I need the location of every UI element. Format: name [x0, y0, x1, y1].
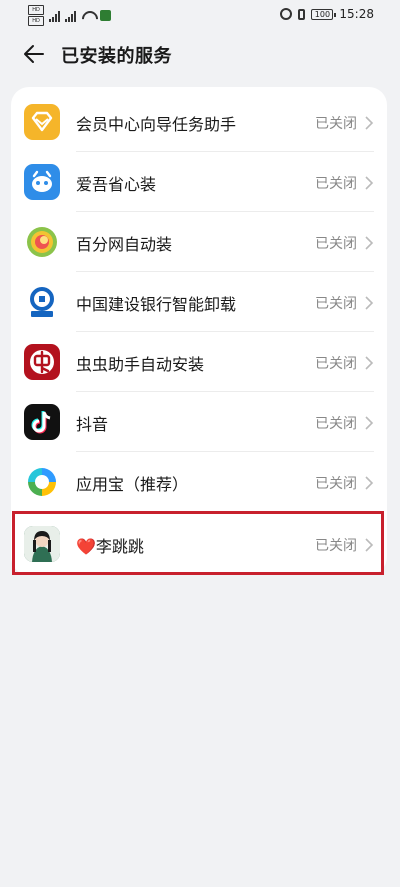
sim-indicators: HD HD — [28, 5, 44, 26]
vibrate-icon — [298, 8, 306, 20]
notification-app-icon — [100, 10, 111, 21]
highlight-box — [12, 511, 384, 575]
service-status: 已关闭 — [315, 116, 357, 132]
status-left: HD HD — [28, 5, 111, 26]
status-bar: HD HD 100 15:28 — [0, 0, 400, 28]
status-right: 100 15:28 — [280, 7, 374, 21]
list-item-ccb[interactable]: 中国建设银行智能卸载 已关闭 — [11, 272, 387, 332]
list-item-chongchong[interactable]: 虫虫助手自动安装 已关闭 — [11, 332, 387, 392]
arrow-left-icon — [24, 45, 44, 63]
status-time: 15:28 — [339, 7, 374, 21]
signal2-icon — [65, 10, 76, 22]
service-status: 已关闭 — [315, 236, 357, 252]
back-button[interactable] — [20, 40, 48, 68]
chevron-right-icon — [365, 176, 374, 190]
baifen-app-icon — [24, 224, 60, 260]
service-status: 已关闭 — [315, 176, 357, 192]
service-name: 虫虫助手自动安装 — [76, 355, 205, 374]
service-status: 已关闭 — [315, 296, 357, 312]
service-name: 中国建设银行智能卸载 — [76, 295, 237, 314]
list-item-baifen[interactable]: 百分网自动装 已关闭 — [11, 212, 387, 272]
wifi-icon — [81, 11, 95, 21]
chevron-right-icon — [365, 236, 374, 250]
page-header: 已安装的服务 — [0, 36, 400, 72]
services-list: 会员中心向导任务助手 已关闭 爱吾省心装 已关闭 百分网自动装 已关闭 中国建设… — [11, 87, 387, 575]
list-item-huiyuan[interactable]: 会员中心向导任务助手 已关闭 — [11, 92, 387, 152]
ccb-bank-icon — [24, 284, 60, 320]
service-name: 会员中心向导任务助手 — [76, 115, 237, 134]
chongchong-app-icon — [24, 344, 60, 380]
chevron-right-icon — [365, 356, 374, 370]
chevron-right-icon — [365, 296, 374, 310]
service-status: 已关闭 — [315, 356, 357, 372]
yingyongbao-app-icon — [24, 464, 60, 500]
signal-icon — [49, 10, 60, 22]
chevron-right-icon — [365, 476, 374, 490]
vip-diamond-icon — [24, 104, 60, 140]
chevron-right-icon — [365, 416, 374, 430]
list-item-aiwu[interactable]: 爱吾省心装 已关闭 — [11, 152, 387, 212]
service-status: 已关闭 — [315, 476, 357, 492]
list-item-yingyongbao[interactable]: 应用宝（推荐） 已关闭 — [11, 452, 387, 512]
service-name: 百分网自动装 — [76, 235, 173, 254]
sim2-icon: HD — [28, 16, 44, 26]
service-name: 应用宝（推荐） — [76, 475, 189, 494]
page-title: 已安装的服务 — [61, 46, 172, 67]
aiwu-app-icon — [24, 164, 60, 200]
sim1-icon: HD — [28, 5, 44, 15]
battery-icon: 100 — [311, 8, 337, 20]
douyin-app-icon — [24, 404, 60, 440]
service-name: 抖音 — [76, 415, 109, 434]
list-item-douyin[interactable]: 抖音 已关闭 — [11, 392, 387, 452]
service-status: 已关闭 — [315, 416, 357, 432]
alarm-icon — [280, 8, 293, 20]
service-name: 爱吾省心装 — [76, 175, 157, 194]
chevron-right-icon — [365, 116, 374, 130]
